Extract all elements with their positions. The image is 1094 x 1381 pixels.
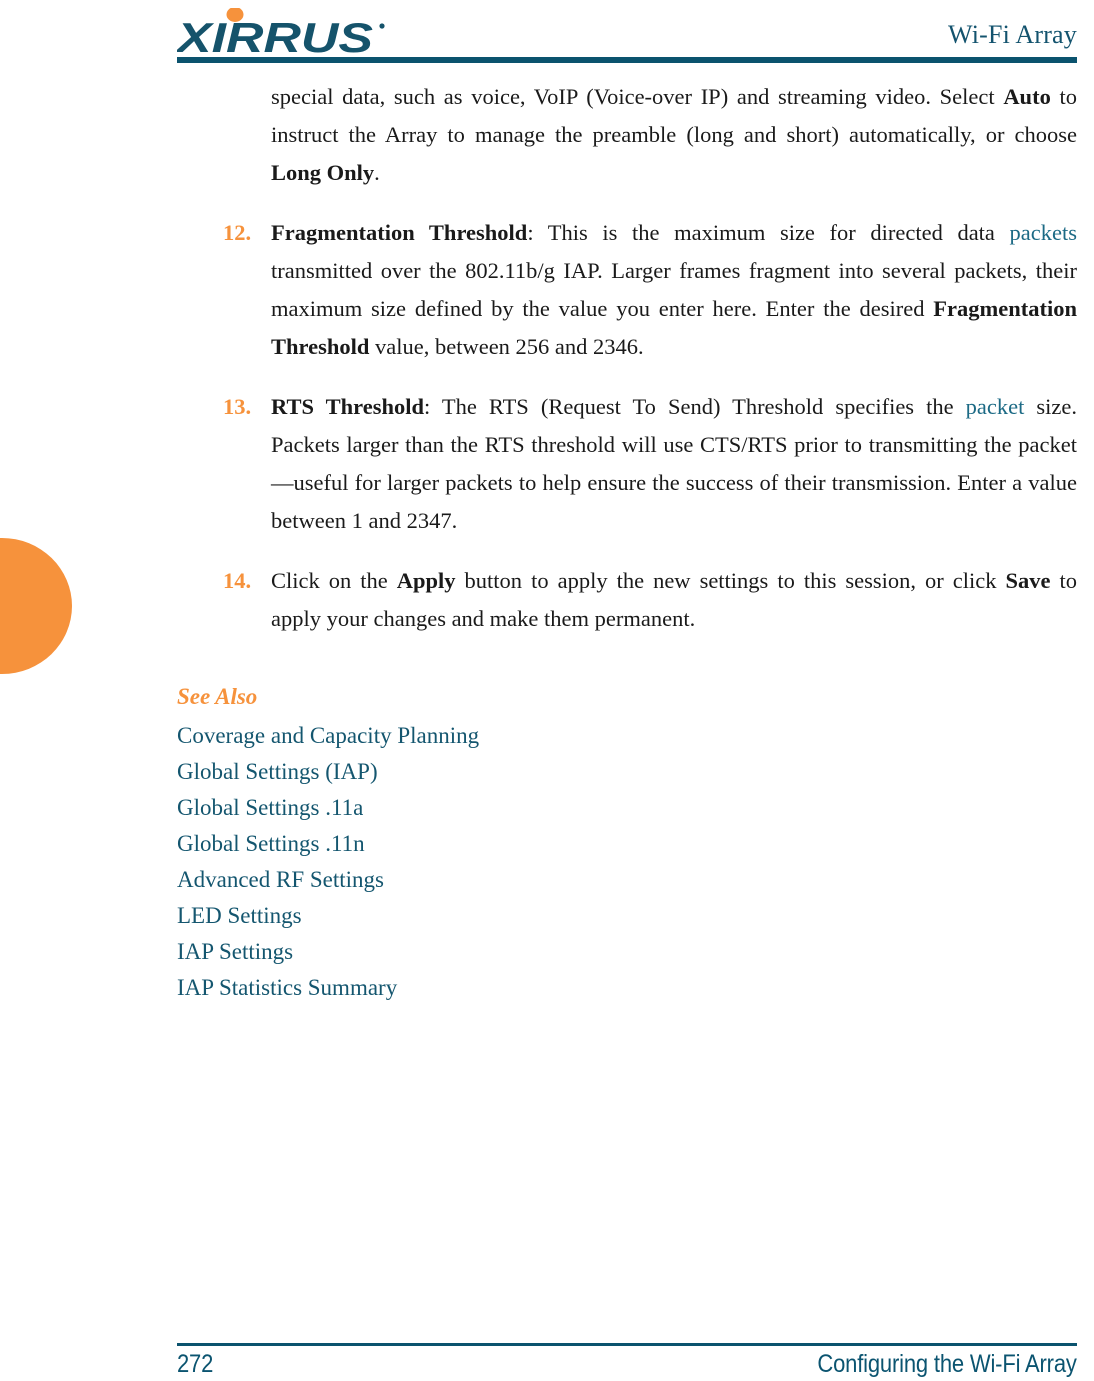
- see-also-link[interactable]: Global Settings (IAP): [177, 754, 1077, 790]
- see-also-heading: See Also: [177, 684, 258, 709]
- main-content: special data, such as voice, VoIP (Voice…: [177, 78, 1077, 1006]
- item14-bold-save: Save: [1005, 568, 1051, 593]
- lead-paragraph-text: special data, such as voice, VoIP (Voice…: [271, 78, 1077, 192]
- see-also-section: See Also Coverage and Capacity Planning …: [177, 680, 1077, 1006]
- item14-bold-apply: Apply: [396, 568, 456, 593]
- list-item: 13. RTS Threshold: The RTS (Request To S…: [177, 388, 1077, 540]
- list-item-number: 14.: [223, 568, 252, 593]
- item12-link-packets[interactable]: packets: [1010, 220, 1077, 245]
- list-item-number: 12.: [223, 220, 252, 245]
- page-footer: 272 Configuring the Wi-Fi Array: [177, 1348, 1077, 1381]
- item14-text-1: Click on the: [271, 568, 397, 593]
- see-also-link[interactable]: LED Settings: [177, 898, 1077, 934]
- xirrus-logo: XIRRUS: [177, 8, 407, 56]
- list-item-body: Click on the Apply button to apply the n…: [271, 562, 1077, 638]
- item12-text-1: : This is the maximum size for directed …: [527, 220, 1010, 245]
- page-edge-tab: [0, 538, 72, 674]
- svg-text:XIRRUS: XIRRUS: [177, 14, 373, 56]
- see-also-link[interactable]: Global Settings .11n: [177, 826, 1077, 862]
- footer-section-title: Configuring the Wi-Fi Array: [817, 1350, 1078, 1378]
- lead-text-3: .: [374, 160, 380, 185]
- see-also-link-list: Coverage and Capacity Planning Global Se…: [177, 718, 1077, 1006]
- header-divider: [177, 57, 1077, 63]
- list-item-body: RTS Threshold: The RTS (Request To Send)…: [271, 388, 1077, 540]
- item13-bold-lead: RTS Threshold: [271, 394, 424, 419]
- lead-bold-long-only: Long Only: [271, 160, 375, 185]
- footer-page-number: 272: [177, 1350, 214, 1378]
- xirrus-logo-icon: XIRRUS: [177, 8, 385, 56]
- list-item-body: Fragmentation Threshold: This is the max…: [271, 214, 1077, 366]
- item13-link-packet[interactable]: packet: [966, 394, 1025, 419]
- lead-paragraph: special data, such as voice, VoIP (Voice…: [177, 78, 1077, 192]
- footer-divider: [177, 1343, 1077, 1346]
- item12-bold-lead: Fragmentation Threshold: [271, 220, 528, 245]
- lead-bold-auto: Auto: [1003, 84, 1051, 109]
- see-also-link[interactable]: Global Settings .11a: [177, 790, 1077, 826]
- see-also-link[interactable]: Advanced RF Settings: [177, 862, 1077, 898]
- see-also-link[interactable]: Coverage and Capacity Planning: [177, 718, 1077, 754]
- see-also-link[interactable]: IAP Statistics Summary: [177, 970, 1077, 1006]
- list-item-number: 13.: [223, 394, 252, 419]
- list-item: 14. Click on the Apply button to apply t…: [177, 562, 1077, 638]
- item12-text-3: value, between 256 and 2346.: [369, 334, 644, 359]
- lead-text-1: special data, such as voice, VoIP (Voice…: [271, 84, 1004, 109]
- list-item: 12. Fragmentation Threshold: This is the…: [177, 214, 1077, 366]
- item14-text-2: button to apply the new settings to this…: [455, 568, 1006, 593]
- header-title: Wi-Fi Array: [948, 20, 1077, 49]
- item13-text-1: : The RTS (Request To Send) Threshold sp…: [424, 394, 966, 419]
- see-also-link[interactable]: IAP Settings: [177, 934, 1077, 970]
